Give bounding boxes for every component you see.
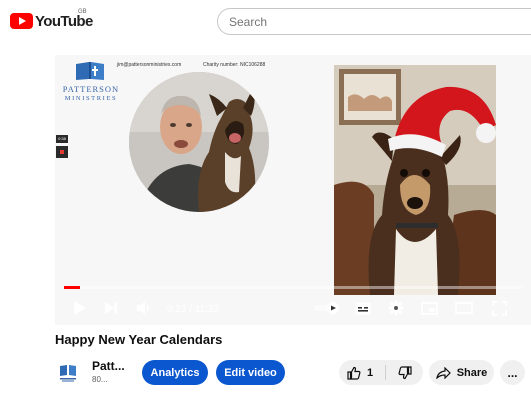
share-label: Share — [456, 366, 488, 379]
like-divider — [385, 365, 386, 380]
progress-fill — [64, 286, 80, 289]
edit-video-button[interactable]: Edit video — [216, 360, 285, 385]
chapter-thumb — [56, 146, 68, 158]
theater-mode-icon — [455, 302, 473, 314]
miniplayer-icon — [420, 301, 438, 315]
share-button[interactable]: Share — [429, 360, 494, 385]
like-count: 1 — [367, 366, 374, 379]
duration: 11:33 — [194, 304, 220, 315]
more-icon: ... — [507, 365, 518, 380]
autoplay-toggle[interactable] — [313, 297, 341, 319]
presenter-circle-photo — [129, 72, 269, 212]
current-time: 0:23 — [167, 304, 187, 315]
player-controls: 0:23 / 11:33 — [55, 291, 531, 325]
channel-name[interactable]: Patt... — [92, 359, 125, 373]
channel-avatar[interactable] — [57, 361, 79, 383]
like-button[interactable]: 1 — [339, 360, 385, 385]
more-actions-button[interactable]: ... — [500, 360, 525, 385]
progress-bar[interactable] — [64, 286, 522, 289]
overlay-email: jim@pattersonministries.com — [117, 62, 182, 68]
gear-icon — [388, 300, 404, 316]
volume-icon — [137, 301, 149, 315]
overlay-charity: Charity number: NIC106288 — [203, 62, 266, 68]
org-name-line2: MINISTRIES — [64, 95, 118, 102]
volume-button[interactable] — [133, 297, 155, 319]
dislike-button[interactable] — [390, 360, 420, 385]
theater-mode-button[interactable] — [453, 297, 475, 319]
video-player[interactable]: PATTERSON MINISTRIES jim@pattersonminist… — [55, 55, 531, 325]
time-separator: / — [186, 304, 195, 315]
miniplayer-button[interactable] — [418, 297, 440, 319]
ministry-logo: PATTERSON MINISTRIES — [60, 61, 122, 107]
share-icon — [435, 366, 451, 379]
play-button[interactable] — [69, 297, 91, 319]
subtitles-button[interactable] — [352, 297, 374, 319]
search-input[interactable] — [217, 8, 531, 35]
play-icon — [74, 301, 86, 315]
dog-santa-photo — [334, 65, 496, 295]
like-dislike-group: 1 — [339, 360, 423, 385]
settings-button[interactable] — [385, 297, 407, 319]
channel-logo-icon — [57, 361, 79, 383]
subscriber-count: 80... — [92, 375, 108, 384]
skip-next-icon — [105, 302, 117, 314]
time-display: 0:23 / 11:33 — [167, 304, 219, 315]
thumbs-up-icon — [347, 366, 361, 380]
open-book-icon — [76, 62, 104, 80]
chapter-thumb-time: 0:38 — [56, 135, 68, 143]
fullscreen-icon — [491, 300, 507, 316]
next-button[interactable] — [101, 297, 121, 319]
subtitles-icon — [355, 302, 371, 314]
country-code: GB — [78, 9, 87, 15]
top-bar: YouTube GB — [0, 0, 531, 40]
youtube-wordmark: YouTube — [35, 12, 93, 30]
org-name-line1: PATTERSON — [62, 84, 120, 94]
thumbs-down-icon — [398, 365, 412, 379]
analytics-button[interactable]: Analytics — [142, 360, 208, 385]
youtube-play-icon — [10, 13, 33, 29]
video-title: Happy New Year Calendars — [55, 332, 223, 347]
fullscreen-button[interactable] — [488, 297, 510, 319]
autoplay-toggle-icon — [314, 302, 339, 314]
